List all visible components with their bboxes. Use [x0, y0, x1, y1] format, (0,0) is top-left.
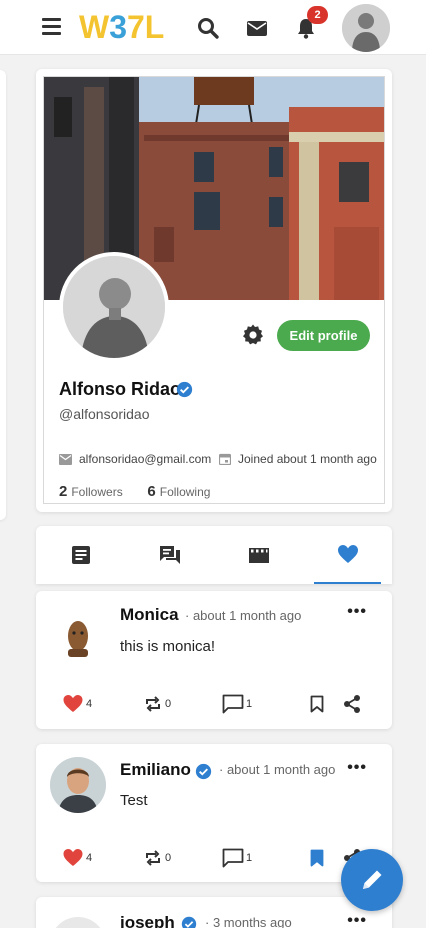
- pencil-icon: [363, 870, 382, 889]
- tab-replies[interactable]: [125, 526, 214, 584]
- verified-icon: [195, 763, 212, 780]
- post-author[interactable]: Emiliano: [120, 760, 191, 780]
- tab-videos[interactable]: [214, 526, 303, 584]
- logo[interactable]: W37L: [79, 8, 164, 46]
- repost-icon: [146, 696, 160, 712]
- post-card[interactable]: joseph · 3 months ago •••: [36, 897, 392, 928]
- more-options-icon[interactable]: •••: [347, 603, 367, 621]
- post-text: this is monica!: [120, 638, 216, 655]
- repost-button[interactable]: 0: [143, 694, 171, 714]
- notification-badge: 2: [307, 6, 328, 24]
- heart-filled-icon: [63, 848, 83, 867]
- menu-icon[interactable]: [42, 18, 61, 36]
- profile-joined: Joined about 1 month ago: [219, 452, 377, 466]
- comments-icon: [159, 546, 180, 564]
- like-button[interactable]: 4: [62, 694, 92, 713]
- like-button[interactable]: 4: [62, 848, 92, 867]
- bookmark-icon[interactable]: [310, 695, 324, 713]
- post-author[interactable]: joseph: [120, 913, 175, 928]
- post-avatar[interactable]: [50, 609, 106, 665]
- tab-posts[interactable]: [36, 526, 125, 584]
- post-card[interactable]: Emiliano · about 1 month ago ••• Test 4 …: [36, 744, 392, 882]
- comment-button[interactable]: 1: [222, 694, 252, 714]
- bookmark-filled-icon[interactable]: [310, 849, 324, 867]
- profile-tabs: [36, 526, 392, 584]
- verified-icon: [176, 381, 193, 398]
- repost-icon: [146, 850, 160, 866]
- post-avatar[interactable]: [50, 757, 106, 813]
- envelope-icon[interactable]: [245, 16, 269, 40]
- compose-button[interactable]: [341, 849, 403, 911]
- article-icon: [71, 546, 90, 564]
- comment-icon: [222, 694, 244, 714]
- gear-icon[interactable]: [241, 323, 265, 347]
- post-time: · 3 months ago: [205, 915, 292, 928]
- repost-button[interactable]: 0: [143, 848, 171, 868]
- post-card[interactable]: Monica · about 1 month ago ••• this is m…: [36, 591, 392, 729]
- post-time: · about 1 month ago: [185, 608, 302, 623]
- more-options-icon[interactable]: •••: [347, 912, 367, 928]
- post-time: · about 1 month ago: [219, 762, 336, 777]
- post-author[interactable]: Monica: [120, 605, 179, 625]
- user-avatar[interactable]: [342, 4, 390, 52]
- comment-icon: [222, 848, 244, 868]
- more-options-icon[interactable]: •••: [347, 759, 367, 777]
- follow-stats: 2 Followers 6 Following: [59, 483, 210, 500]
- profile-email: alfonsoridao@gmail.com: [59, 452, 211, 466]
- post-text: Test: [120, 792, 148, 809]
- email-icon: [59, 453, 72, 465]
- profile-card: Edit profile Alfonso Ridao @alfonsoridao…: [36, 69, 392, 512]
- profile-avatar[interactable]: [59, 252, 169, 362]
- edit-profile-button[interactable]: Edit profile: [277, 320, 370, 351]
- following-link[interactable]: 6 Following: [147, 483, 210, 500]
- followers-link[interactable]: 2 Followers: [59, 483, 123, 500]
- sidebar-edge: [0, 70, 6, 520]
- search-icon[interactable]: [196, 16, 220, 40]
- profile-name: Alfonso Ridao: [59, 379, 181, 399]
- top-navbar: W37L 2: [0, 0, 426, 55]
- tab-likes[interactable]: [314, 526, 381, 584]
- profile-handle: @alfonsoridao: [59, 406, 150, 422]
- share-icon[interactable]: [342, 694, 362, 714]
- video-icon: [248, 548, 269, 563]
- comment-button[interactable]: 1: [222, 848, 252, 868]
- calendar-icon: [219, 453, 231, 465]
- post-avatar[interactable]: [50, 917, 106, 928]
- verified-icon: [181, 916, 197, 928]
- heart-icon: [337, 545, 358, 563]
- heart-filled-icon: [63, 694, 83, 713]
